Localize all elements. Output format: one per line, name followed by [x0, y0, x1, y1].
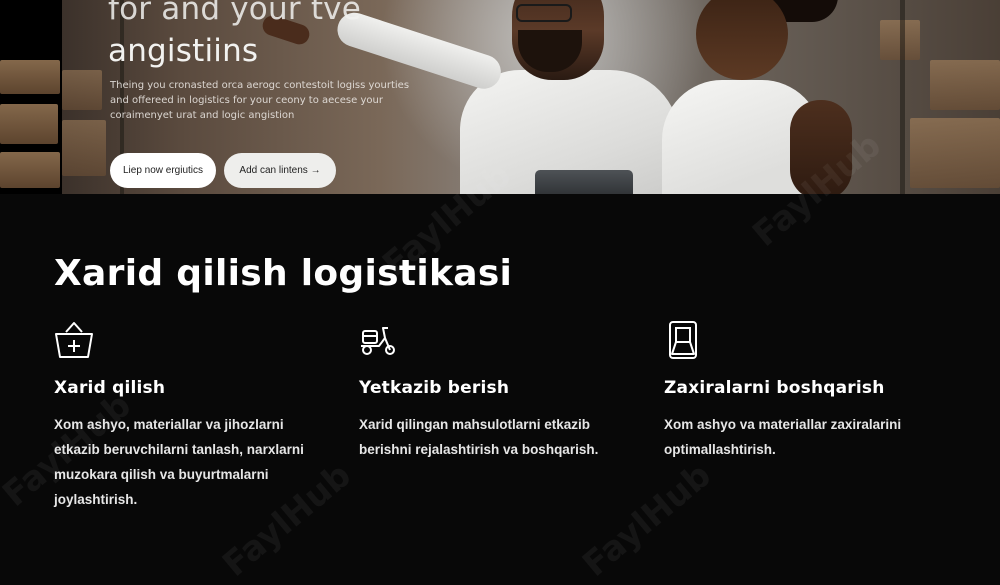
warehouse-shelf-box	[910, 118, 1000, 188]
hero-banner: for and your tve angistiins Theing you c…	[0, 0, 1000, 194]
card-title: Xarid qilish	[54, 378, 166, 398]
primary-cta-button[interactable]: Liep now ergiutics	[110, 153, 216, 188]
rack-pole	[900, 0, 905, 194]
card-title: Zaxiralarni boshqarish	[664, 378, 885, 398]
card-title: Yetkazib berish	[359, 378, 510, 398]
warehouse-shelf-box	[0, 104, 58, 144]
warehouse-shelf-box	[930, 60, 1000, 110]
card-description: Xarid qilingan mahsulotlarni etkazib ber…	[359, 417, 599, 457]
section-title: Xarid qilish logistikasi	[54, 253, 513, 294]
warehouse-storage-icon	[669, 321, 697, 359]
feature-card-purchasing: Xarid qilish Xom ashyo, materiallar va j…	[54, 320, 324, 512]
card-description: Xom ashyo, materiallar va jihozlarni etk…	[54, 417, 304, 507]
tablet-device	[535, 170, 633, 194]
warehouse-shelf-box	[62, 70, 102, 110]
delivery-scooter-icon	[361, 327, 395, 355]
hero-title: for and your tve angistiins	[108, 0, 408, 72]
glasses	[516, 4, 572, 22]
shopping-basket-icon	[55, 322, 93, 358]
hero-title-line2: angistiins	[108, 33, 259, 69]
feature-card-delivery: Yetkazib berish Xarid qilingan mahsulotl…	[359, 320, 629, 462]
warehouse-shelf-box	[62, 120, 106, 176]
feature-card-inventory: Zaxiralarni boshqarish Xom ashyo va mate…	[664, 320, 964, 462]
secondary-cta-button[interactable]: Add can lintens →	[224, 153, 336, 188]
hero-title-line1: for and your tve	[108, 0, 361, 27]
card-description: Xom ashyo va materiallar zaxiralarini op…	[664, 417, 902, 457]
warehouse-shelf-box	[0, 60, 60, 94]
woman-arm	[790, 100, 852, 194]
warehouse-shelf-box	[0, 152, 60, 188]
hero-description: Theing you cronasted orca aerogc contest…	[110, 80, 410, 121]
watermark-text: FaylHub	[575, 455, 719, 585]
